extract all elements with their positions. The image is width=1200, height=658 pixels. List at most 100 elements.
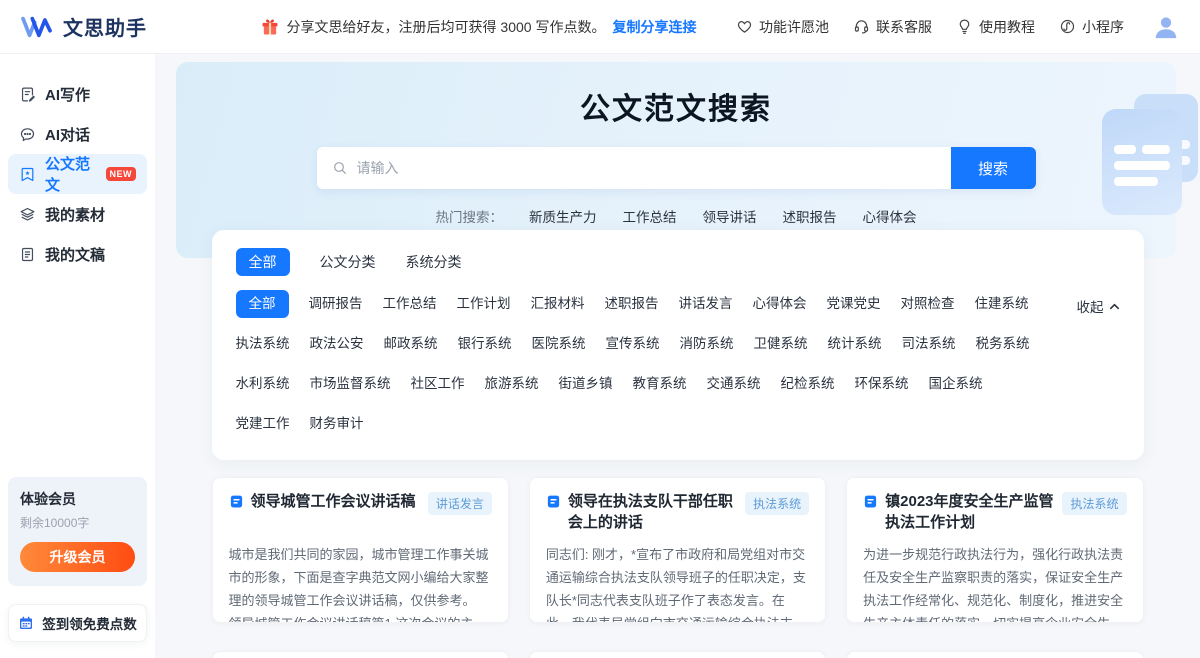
card-excerpt: 城市是我们共同的家园，城市管理工作事关城市的形象，下面是查字典范文网小编给大家整… bbox=[229, 543, 492, 623]
nav-label: 联系客服 bbox=[876, 17, 932, 37]
filter-tag[interactable]: 财务审计 bbox=[310, 410, 364, 438]
materials-icon bbox=[19, 206, 36, 223]
filter-category-tab[interactable]: 公文分类 bbox=[320, 248, 376, 276]
page-title: 公文范文搜索 bbox=[176, 84, 1176, 128]
filter-tag[interactable]: 述职报告 bbox=[605, 290, 659, 318]
filter-tag[interactable]: 执法系统 bbox=[236, 330, 290, 358]
card-title: 领导在执法支队干部任职会上的讲话 bbox=[568, 491, 737, 534]
miniprogram-icon bbox=[1059, 18, 1076, 35]
filter-tag[interactable]: 司法系统 bbox=[902, 330, 956, 358]
copy-share-link[interactable]: 复制分享连接 bbox=[612, 17, 696, 37]
headset-icon bbox=[853, 18, 870, 35]
search-icon bbox=[332, 160, 348, 176]
hot-search-list: 新质生产力 工作总结 领导讲话 述职报告 心得体会 bbox=[529, 206, 917, 226]
document-card[interactable]: 进一步推进执法公开工作实施方案 执法系统 bbox=[212, 651, 509, 658]
sidebar: AI写作 AI对话 公文范文 NEW 我的素材 我的文稿 体验会员 bbox=[0, 54, 155, 658]
filter-tag[interactable]: 调研报告 bbox=[309, 290, 363, 318]
document-card[interactable]: 领导城管工作会议讲话稿 讲话发言 城市是我们共同的家园，城市管理工作事关城市的形… bbox=[212, 477, 509, 623]
sidebar-item-label: AI写作 bbox=[45, 84, 90, 105]
filter-tag[interactable]: 讲话发言 bbox=[679, 290, 733, 318]
main-content: 公文范文搜索 搜索 热门搜索： 新质生产力工作总结领导讲话述职报告心得体会 bbox=[155, 54, 1200, 658]
sidebar-item-ai-writing[interactable]: AI写作 bbox=[8, 74, 147, 114]
user-avatar[interactable] bbox=[1152, 13, 1180, 41]
sidebar-item-label: AI对话 bbox=[45, 124, 90, 145]
filter-tag[interactable]: 政法公安 bbox=[310, 330, 364, 358]
heart-icon bbox=[736, 18, 753, 35]
filter-tag[interactable]: 税务系统 bbox=[976, 330, 1030, 358]
search-hero: 公文范文搜索 搜索 热门搜索： 新质生产力工作总结领导讲话述职报告心得体会 bbox=[176, 62, 1176, 258]
hot-search-item[interactable]: 领导讲话 bbox=[703, 206, 757, 226]
membership-remaining: 剩余10000字 bbox=[20, 514, 135, 531]
hot-search-item[interactable]: 新质生产力 bbox=[529, 206, 597, 226]
filter-tag[interactable]: 汇报材料 bbox=[531, 290, 585, 318]
filter-tag[interactable]: 水利系统 bbox=[236, 370, 290, 398]
sidebar-item-my-materials[interactable]: 我的素材 bbox=[8, 194, 147, 234]
card-category-badge: 执法系统 bbox=[745, 492, 809, 515]
sidebar-item-ai-chat[interactable]: AI对话 bbox=[8, 114, 147, 154]
hot-search-row: 热门搜索： 新质生产力工作总结领导讲话述职报告心得体会 bbox=[176, 206, 1176, 226]
filter-tag[interactable]: 教育系统 bbox=[633, 370, 687, 398]
document-card[interactable]: 领导在执法支队干部任职会上的讲话 执法系统 同志们: 刚才，*宣布了市政府和局党… bbox=[529, 477, 826, 623]
nav-contact-support[interactable]: 联系客服 bbox=[853, 17, 932, 37]
sidebar-item-my-drafts[interactable]: 我的文稿 bbox=[8, 234, 147, 274]
filter-tag[interactable]: 对照检查 bbox=[901, 290, 955, 318]
checkin-points-button[interactable]: 签到领免费点数 bbox=[8, 604, 147, 642]
nav-tutorial[interactable]: 使用教程 bbox=[956, 17, 1035, 37]
nav-label: 小程序 bbox=[1082, 17, 1124, 37]
filter-tag[interactable]: 统计系统 bbox=[828, 330, 882, 358]
filter-tag[interactable]: 医院系统 bbox=[532, 330, 586, 358]
filter-tag[interactable]: 工作计划 bbox=[457, 290, 511, 318]
app-logo[interactable]: 文思助手 bbox=[20, 12, 220, 41]
document-card[interactable]: 调研材料：监督执法规范化的几点 执法系统 bbox=[846, 651, 1143, 658]
card-excerpt: 同志们: 刚才，*宣布了市政府和局党组对市交通运输综合执法支队领导班子的任职决定… bbox=[546, 543, 809, 623]
filter-tag[interactable]: 宣传系统 bbox=[606, 330, 660, 358]
document-card[interactable]: 迎接执法巡视工作动员会讲话 执法系统 bbox=[529, 651, 826, 658]
nav-wish-pool[interactable]: 功能许愿池 bbox=[736, 17, 829, 37]
filter-tag[interactable]: 银行系统 bbox=[458, 330, 512, 358]
filter-tag[interactable]: 纪检系统 bbox=[781, 370, 835, 398]
filter-tag[interactable]: 消防系统 bbox=[680, 330, 734, 358]
search-field bbox=[317, 147, 951, 189]
filter-tag[interactable]: 社区工作 bbox=[411, 370, 465, 398]
filter-category-tab[interactable]: 全部 bbox=[236, 248, 290, 276]
hot-search-item[interactable]: 述职报告 bbox=[783, 206, 837, 226]
filter-tag[interactable]: 卫健系统 bbox=[754, 330, 808, 358]
filter-tag[interactable]: 国企系统 bbox=[929, 370, 983, 398]
checkin-label: 签到领免费点数 bbox=[42, 613, 137, 633]
upgrade-member-button[interactable]: 升级会员 bbox=[20, 542, 135, 572]
nav-label: 功能许愿池 bbox=[759, 17, 829, 37]
filter-category-tab[interactable]: 系统分类 bbox=[406, 248, 462, 276]
document-icon bbox=[546, 494, 561, 509]
filter-tag[interactable]: 街道乡镇 bbox=[559, 370, 613, 398]
card-excerpt: 为进一步规范行政执法行为，强化行政执法责任及安全生产监察职责的落实，保证安全生产… bbox=[863, 543, 1126, 623]
filter-tag[interactable]: 工作总结 bbox=[383, 290, 437, 318]
filter-tag[interactable]: 党建工作 bbox=[236, 410, 290, 438]
card-category-badge: 执法系统 bbox=[1062, 492, 1126, 515]
top-nav: 功能许愿池 联系客服 使用教程 小程序 bbox=[736, 13, 1180, 41]
result-card-grid: 领导城管工作会议讲话稿 讲话发言 城市是我们共同的家园，城市管理工作事关城市的形… bbox=[212, 477, 1144, 658]
filter-tag[interactable]: 心得体会 bbox=[753, 290, 807, 318]
filter-tag[interactable]: 党课党史 bbox=[827, 290, 881, 318]
promo-banner: 分享文思给好友，注册后均可获得 3000 写作点数。 复制分享连接 bbox=[220, 17, 736, 37]
membership-card: 体验会员 剩余10000字 升级会员 bbox=[8, 477, 147, 586]
nav-mini-program[interactable]: 小程序 bbox=[1059, 17, 1124, 37]
gift-icon bbox=[260, 17, 280, 37]
collapse-filters-button[interactable]: 收起 bbox=[1077, 296, 1120, 316]
document-card[interactable]: 镇2023年度安全生产监管执法工作计划 执法系统 为进一步规范行政执法行为，强化… bbox=[846, 477, 1143, 623]
sidebar-item-document-samples[interactable]: 公文范文 NEW bbox=[8, 154, 147, 194]
hot-search-item[interactable]: 工作总结 bbox=[623, 206, 677, 226]
lightbulb-icon bbox=[956, 18, 973, 35]
filter-tag[interactable]: 环保系统 bbox=[855, 370, 909, 398]
search-button[interactable]: 搜索 bbox=[951, 147, 1036, 189]
sidebar-item-label: 我的素材 bbox=[45, 204, 105, 225]
filter-tag[interactable]: 邮政系统 bbox=[384, 330, 438, 358]
filter-tag[interactable]: 市场监督系统 bbox=[310, 370, 391, 398]
filter-tag[interactable]: 旅游系统 bbox=[485, 370, 539, 398]
filter-tag[interactable]: 住建系统 bbox=[975, 290, 1029, 318]
search-input[interactable] bbox=[357, 160, 936, 176]
filter-tag[interactable]: 全部 bbox=[236, 290, 289, 318]
hot-search-item[interactable]: 心得体会 bbox=[863, 206, 917, 226]
filter-sub-tags: 全部调研报告工作总结工作计划汇报材料述职报告讲话发言心得体会党课党史对照检查住建… bbox=[236, 290, 1120, 438]
search-bar: 搜索 bbox=[317, 147, 1036, 189]
filter-tag[interactable]: 交通系统 bbox=[707, 370, 761, 398]
